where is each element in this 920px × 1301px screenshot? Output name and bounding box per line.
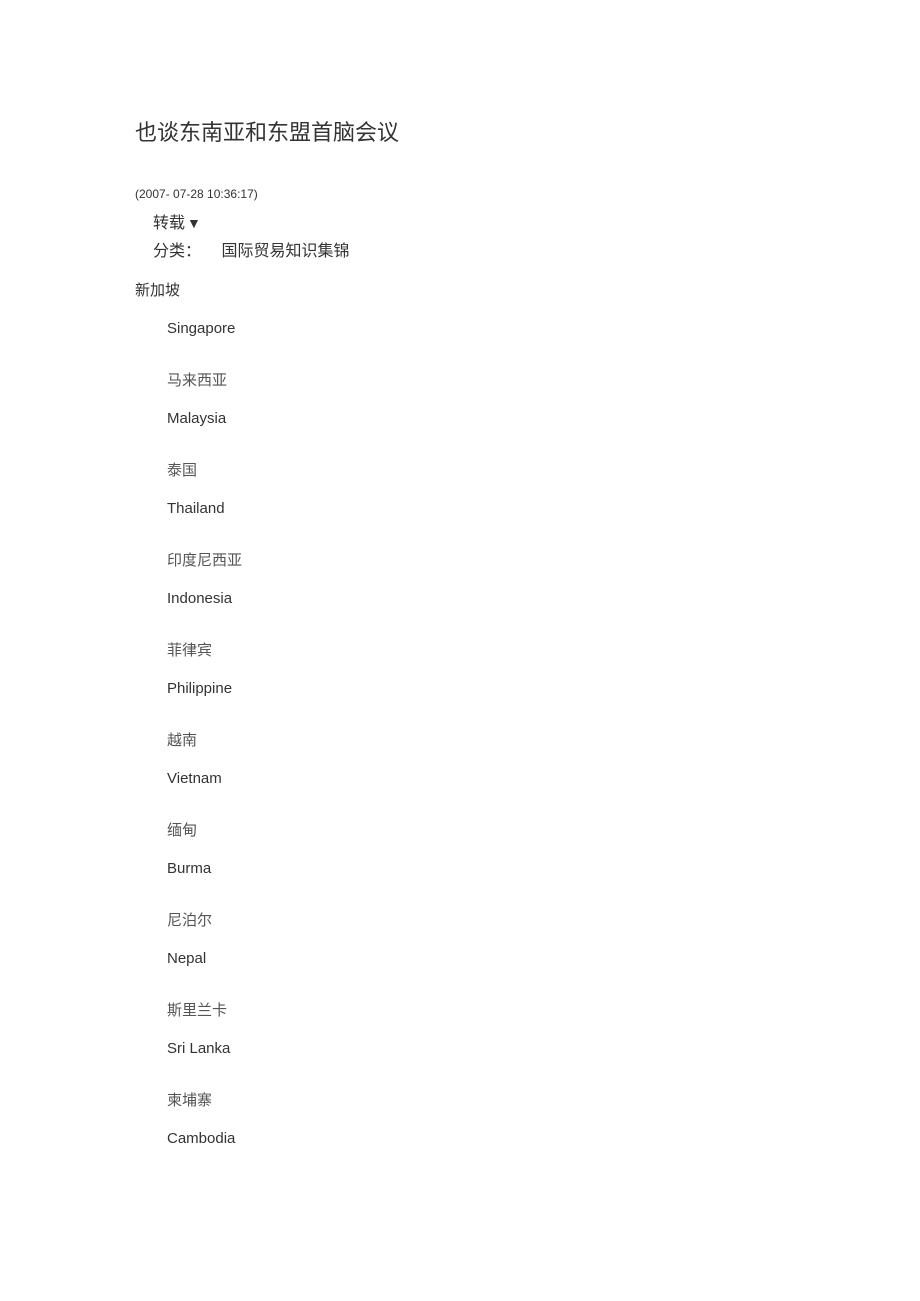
country-en: Thailand [167,500,920,517]
country-cn: 尼泊尔 [167,909,920,930]
country-block: 马来西亚 Malaysia [135,369,920,427]
country-block: 越南 Vietnam [135,729,920,787]
country-cn: 斯里兰卡 [167,999,920,1020]
repost-label: 转载 [153,215,185,232]
country-cn: 柬埔寨 [167,1089,920,1110]
country-en: Indonesia [167,590,920,607]
country-cn: 菲律宾 [167,639,920,660]
country-en: Vietnam [167,770,920,787]
country-block: 泰国 Thailand [135,459,920,517]
country-en: Cambodia [167,1130,920,1147]
country-en: Nepal [167,950,920,967]
country-cn: 马来西亚 [167,369,920,390]
category-label: 分类： [153,243,201,260]
country-en: Malaysia [167,410,920,427]
country-cn: 泰国 [167,459,920,480]
article-title: 也谈东南亚和东盟首脑会议 [135,115,920,147]
country-en: Burma [167,860,920,877]
country-block: 尼泊尔 Nepal [135,909,920,967]
country-cn: 缅甸 [167,819,920,840]
country-en: Philippine [167,680,920,697]
repost-tag[interactable]: 转载▼ [135,209,920,233]
category-value[interactable]: 国际贸易知识集锦 [221,243,349,260]
country-cn: 印度尼西亚 [167,549,920,570]
country-cn: 新加坡 [135,279,920,300]
chevron-down-icon: ▼ [187,215,201,231]
category-row: 分类： 国际贸易知识集锦 [135,237,920,261]
country-block: 柬埔寨 Cambodia [135,1089,920,1147]
country-block: 斯里兰卡 Sri Lanka [135,999,920,1057]
country-block: 菲律宾 Philippine [135,639,920,697]
country-en: Sri Lanka [167,1040,920,1057]
country-en: Singapore [135,320,920,337]
country-cn: 越南 [167,729,920,750]
country-block: 缅甸 Burma [135,819,920,877]
timestamp-text: (2007- 07-28 10:36:17) [135,187,920,201]
country-block: 印度尼西亚 Indonesia [135,549,920,607]
